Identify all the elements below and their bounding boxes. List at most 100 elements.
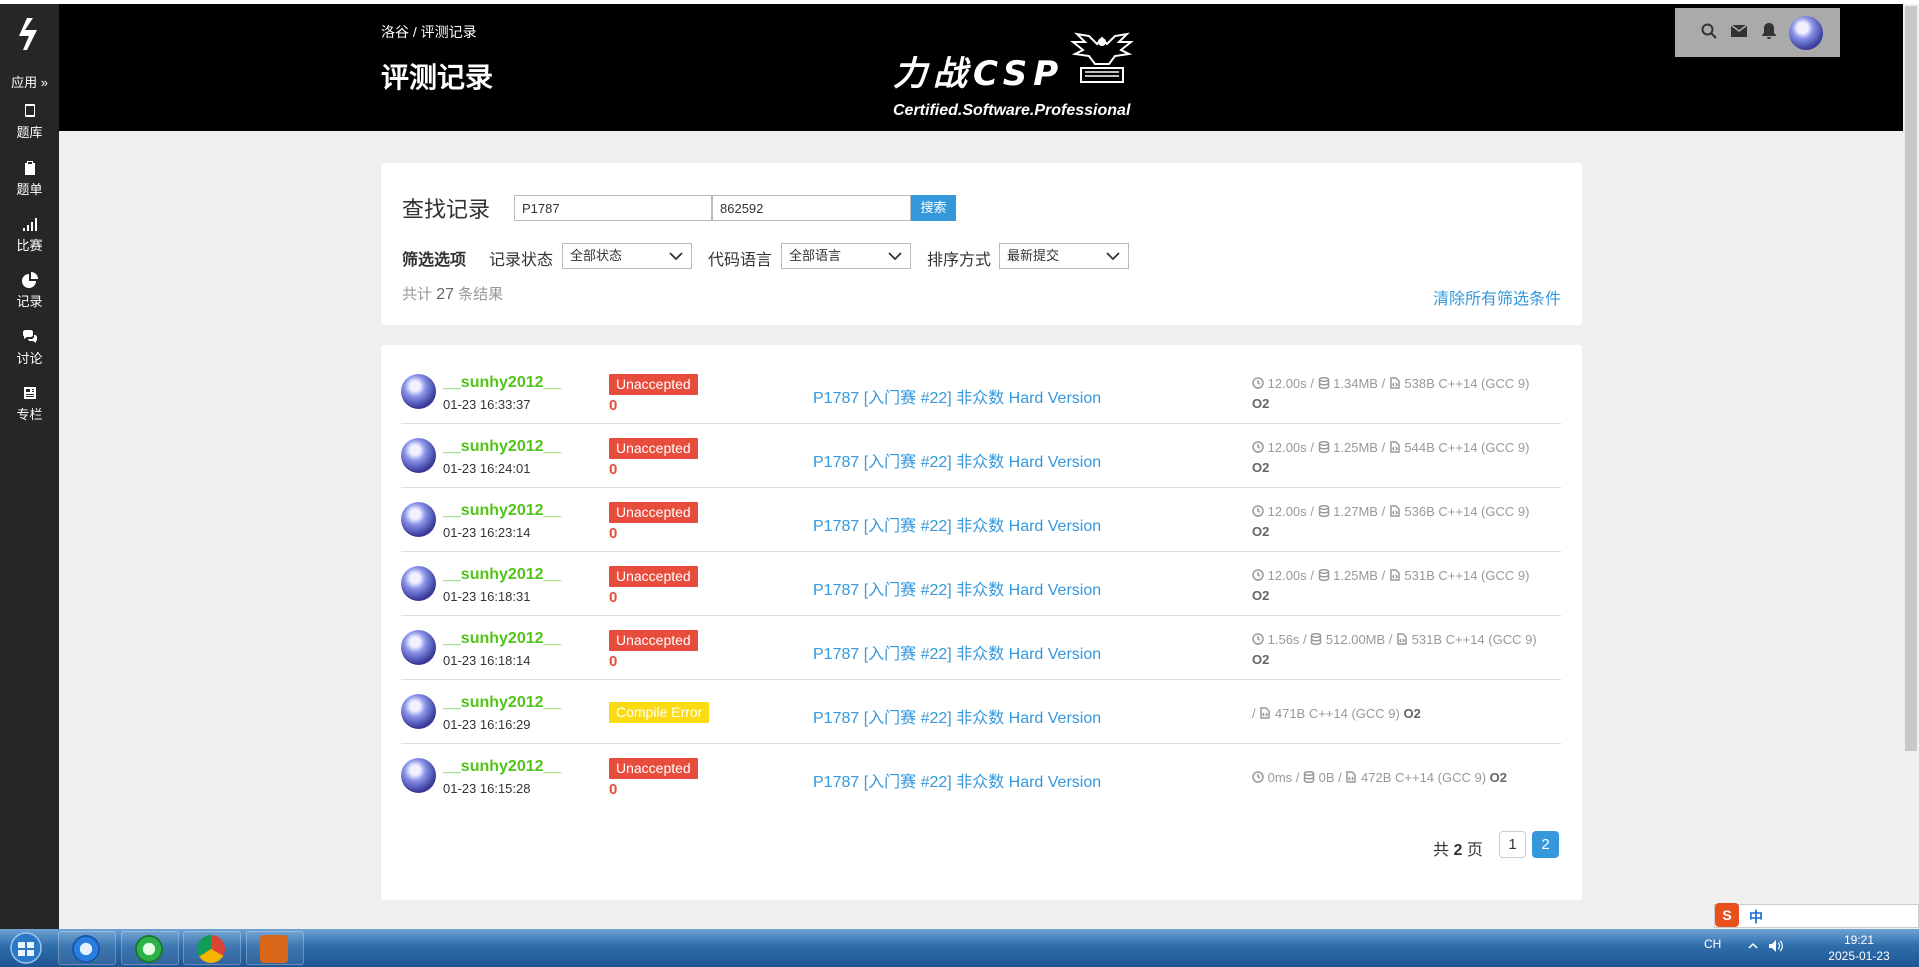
windows-start-icon[interactable] xyxy=(4,931,48,965)
username-link[interactable]: __sunhy2012__ xyxy=(443,502,561,520)
ime-language-label[interactable]: 中 xyxy=(1749,907,1763,927)
page-header: 洛谷 / 评测记录 评测记录 力战CSP Certified.Software.… xyxy=(59,4,1903,131)
sidebar-item-training[interactable]: 题单 xyxy=(0,160,59,198)
username-link[interactable]: __sunhy2012__ xyxy=(443,758,561,776)
records-card: __sunhy2012__ 01-23 16:33:37 Unaccepted 0 P1… xyxy=(381,345,1582,900)
taskbar-devcpp[interactable] xyxy=(246,931,304,965)
score: 0 xyxy=(609,461,618,478)
taskbar-chrome[interactable] xyxy=(183,931,241,965)
chrome-icon xyxy=(197,935,225,963)
ime-toolbar[interactable]: S 中 xyxy=(1714,903,1919,928)
problem-link[interactable]: P1787 [入门赛 #22] 非众数 Hard Version xyxy=(813,512,1101,536)
search-button[interactable]: 搜索 xyxy=(911,195,956,221)
chat-bubbles-icon xyxy=(22,330,37,343)
breadcrumb[interactable]: 洛谷 / 评测记录 xyxy=(381,22,477,42)
problem-id-input[interactable] xyxy=(514,195,712,221)
sidebar-item-label: 记录 xyxy=(16,294,43,309)
avatar[interactable] xyxy=(401,758,436,793)
code-info: 544B C++14 (GCC 9) xyxy=(1404,440,1530,455)
eagle-emblem-icon xyxy=(1070,32,1134,83)
sidebar-item-record[interactable]: 记录 xyxy=(0,272,59,310)
o2-flag: O2 xyxy=(1403,706,1421,721)
code-info: 531B C++14 (GCC 9) xyxy=(1411,632,1537,647)
luogu-logo[interactable] xyxy=(0,16,59,57)
problem-link[interactable]: P1787 [入门赛 #22] 非众数 Hard Version xyxy=(813,384,1101,408)
code-info: 472B C++14 (GCC 9) xyxy=(1361,770,1487,785)
avatar[interactable] xyxy=(401,630,436,665)
avatar[interactable] xyxy=(401,374,436,409)
taskbar-ie-green[interactable] xyxy=(121,931,179,965)
banner-subtitle: Certified.Software.Professional xyxy=(893,102,1131,119)
runtime: 12.00s xyxy=(1267,568,1307,583)
page-scrollbar[interactable] xyxy=(1903,4,1919,929)
apps-menu[interactable]: 应用 » xyxy=(0,72,59,91)
clock-time: 19:21 xyxy=(1843,933,1875,947)
csp-banner: 力战CSP Certified.Software.Professional xyxy=(835,24,1155,126)
sogou-icon[interactable]: S xyxy=(1715,903,1739,927)
pie-chart-icon xyxy=(21,272,38,288)
avatar[interactable] xyxy=(401,502,436,537)
ie-green-icon xyxy=(135,935,163,963)
sidebar-item-blog[interactable]: 专栏 xyxy=(0,385,59,423)
result-count-suffix: 条结果 xyxy=(458,286,504,303)
search-card: 查找记录 搜索 筛选选项 记录状态 全部状态 代码语言 全部语言 排序方式 最新… xyxy=(381,163,1582,325)
page-button-2[interactable]: 2 xyxy=(1532,831,1559,858)
status-badge[interactable]: Unaccepted xyxy=(609,630,698,651)
status-select[interactable]: 全部状态 xyxy=(562,243,692,269)
memory: 1.34MB xyxy=(1333,376,1378,391)
problem-link[interactable]: P1787 [入门赛 #22] 非众数 Hard Version xyxy=(813,448,1101,472)
problem-link[interactable]: P1787 [入门赛 #22] 非众数 Hard Version xyxy=(813,768,1101,792)
score: 0 xyxy=(609,781,618,798)
page-button-1[interactable]: 1 xyxy=(1499,831,1526,858)
username-link[interactable]: __sunhy2012__ xyxy=(443,694,561,712)
sidebar-item-discuss[interactable]: 讨论 xyxy=(0,329,59,367)
order-select[interactable]: 最新提交 xyxy=(999,243,1129,269)
taskbar-clock[interactable]: 19:21 2025-01-23 xyxy=(1824,932,1894,964)
code-info: 531B C++14 (GCC 9) xyxy=(1404,568,1530,583)
bell-icon[interactable] xyxy=(1760,22,1778,40)
username-link[interactable]: __sunhy2012__ xyxy=(443,438,561,456)
chevron-down-icon xyxy=(669,252,683,261)
sidebar-item-problemset[interactable]: 题库 xyxy=(0,103,59,141)
status-badge[interactable]: Unaccepted xyxy=(609,566,698,587)
scrollbar-thumb[interactable] xyxy=(1905,6,1917,751)
avatar[interactable] xyxy=(401,438,436,473)
problem-link[interactable]: P1787 [入门赛 #22] 非众数 Hard Version xyxy=(813,576,1101,600)
tray-expand-icon[interactable] xyxy=(1748,941,1758,951)
clock-icon xyxy=(1252,569,1264,581)
page-total-suffix: 页 xyxy=(1466,842,1483,859)
status-badge[interactable]: Unaccepted xyxy=(609,758,698,779)
submit-time: 01-23 16:24:01 xyxy=(443,461,531,476)
volume-icon[interactable] xyxy=(1768,939,1784,953)
clock-icon xyxy=(1252,505,1264,517)
user-avatar[interactable] xyxy=(1789,16,1823,50)
score: 0 xyxy=(609,589,618,606)
mail-icon[interactable] xyxy=(1730,22,1748,40)
status-badge[interactable]: Unaccepted xyxy=(609,374,698,395)
submit-time: 01-23 16:16:29 xyxy=(443,717,531,732)
avatar[interactable] xyxy=(401,694,436,729)
record-row: __sunhy2012__ 01-23 16:16:29 Compile Error… xyxy=(401,680,1561,744)
status-badge[interactable]: Compile Error xyxy=(609,702,710,723)
clear-filters-link[interactable]: 清除所有筛选条件 xyxy=(1433,285,1561,309)
username-link[interactable]: __sunhy2012__ xyxy=(443,374,561,392)
runtime: 1.56s xyxy=(1267,632,1300,647)
tray-language[interactable]: CH xyxy=(1704,937,1721,951)
submit-time: 01-23 16:18:14 xyxy=(443,653,531,668)
clock-date: 2025-01-23 xyxy=(1828,949,1890,963)
search-icon[interactable] xyxy=(1700,22,1718,40)
language-select[interactable]: 全部语言 xyxy=(781,243,911,269)
problem-link[interactable]: P1787 [入门赛 #22] 非众数 Hard Version xyxy=(813,704,1101,728)
avatar[interactable] xyxy=(401,566,436,601)
runtime: 12.00s xyxy=(1267,440,1307,455)
user-id-input[interactable] xyxy=(712,195,911,221)
record-stats: 12.00s / 1.25MB / 544B C++14 (GCC 9) O2 xyxy=(1252,440,1530,475)
score: 0 xyxy=(609,653,618,670)
status-badge[interactable]: Unaccepted xyxy=(609,502,698,523)
sidebar-item-contest[interactable]: 比赛 xyxy=(0,216,59,254)
taskbar-ie[interactable] xyxy=(58,931,116,965)
status-badge[interactable]: Unaccepted xyxy=(609,438,698,459)
username-link[interactable]: __sunhy2012__ xyxy=(443,630,561,648)
problem-link[interactable]: P1787 [入门赛 #22] 非众数 Hard Version xyxy=(813,640,1101,664)
username-link[interactable]: __sunhy2012__ xyxy=(443,566,561,584)
